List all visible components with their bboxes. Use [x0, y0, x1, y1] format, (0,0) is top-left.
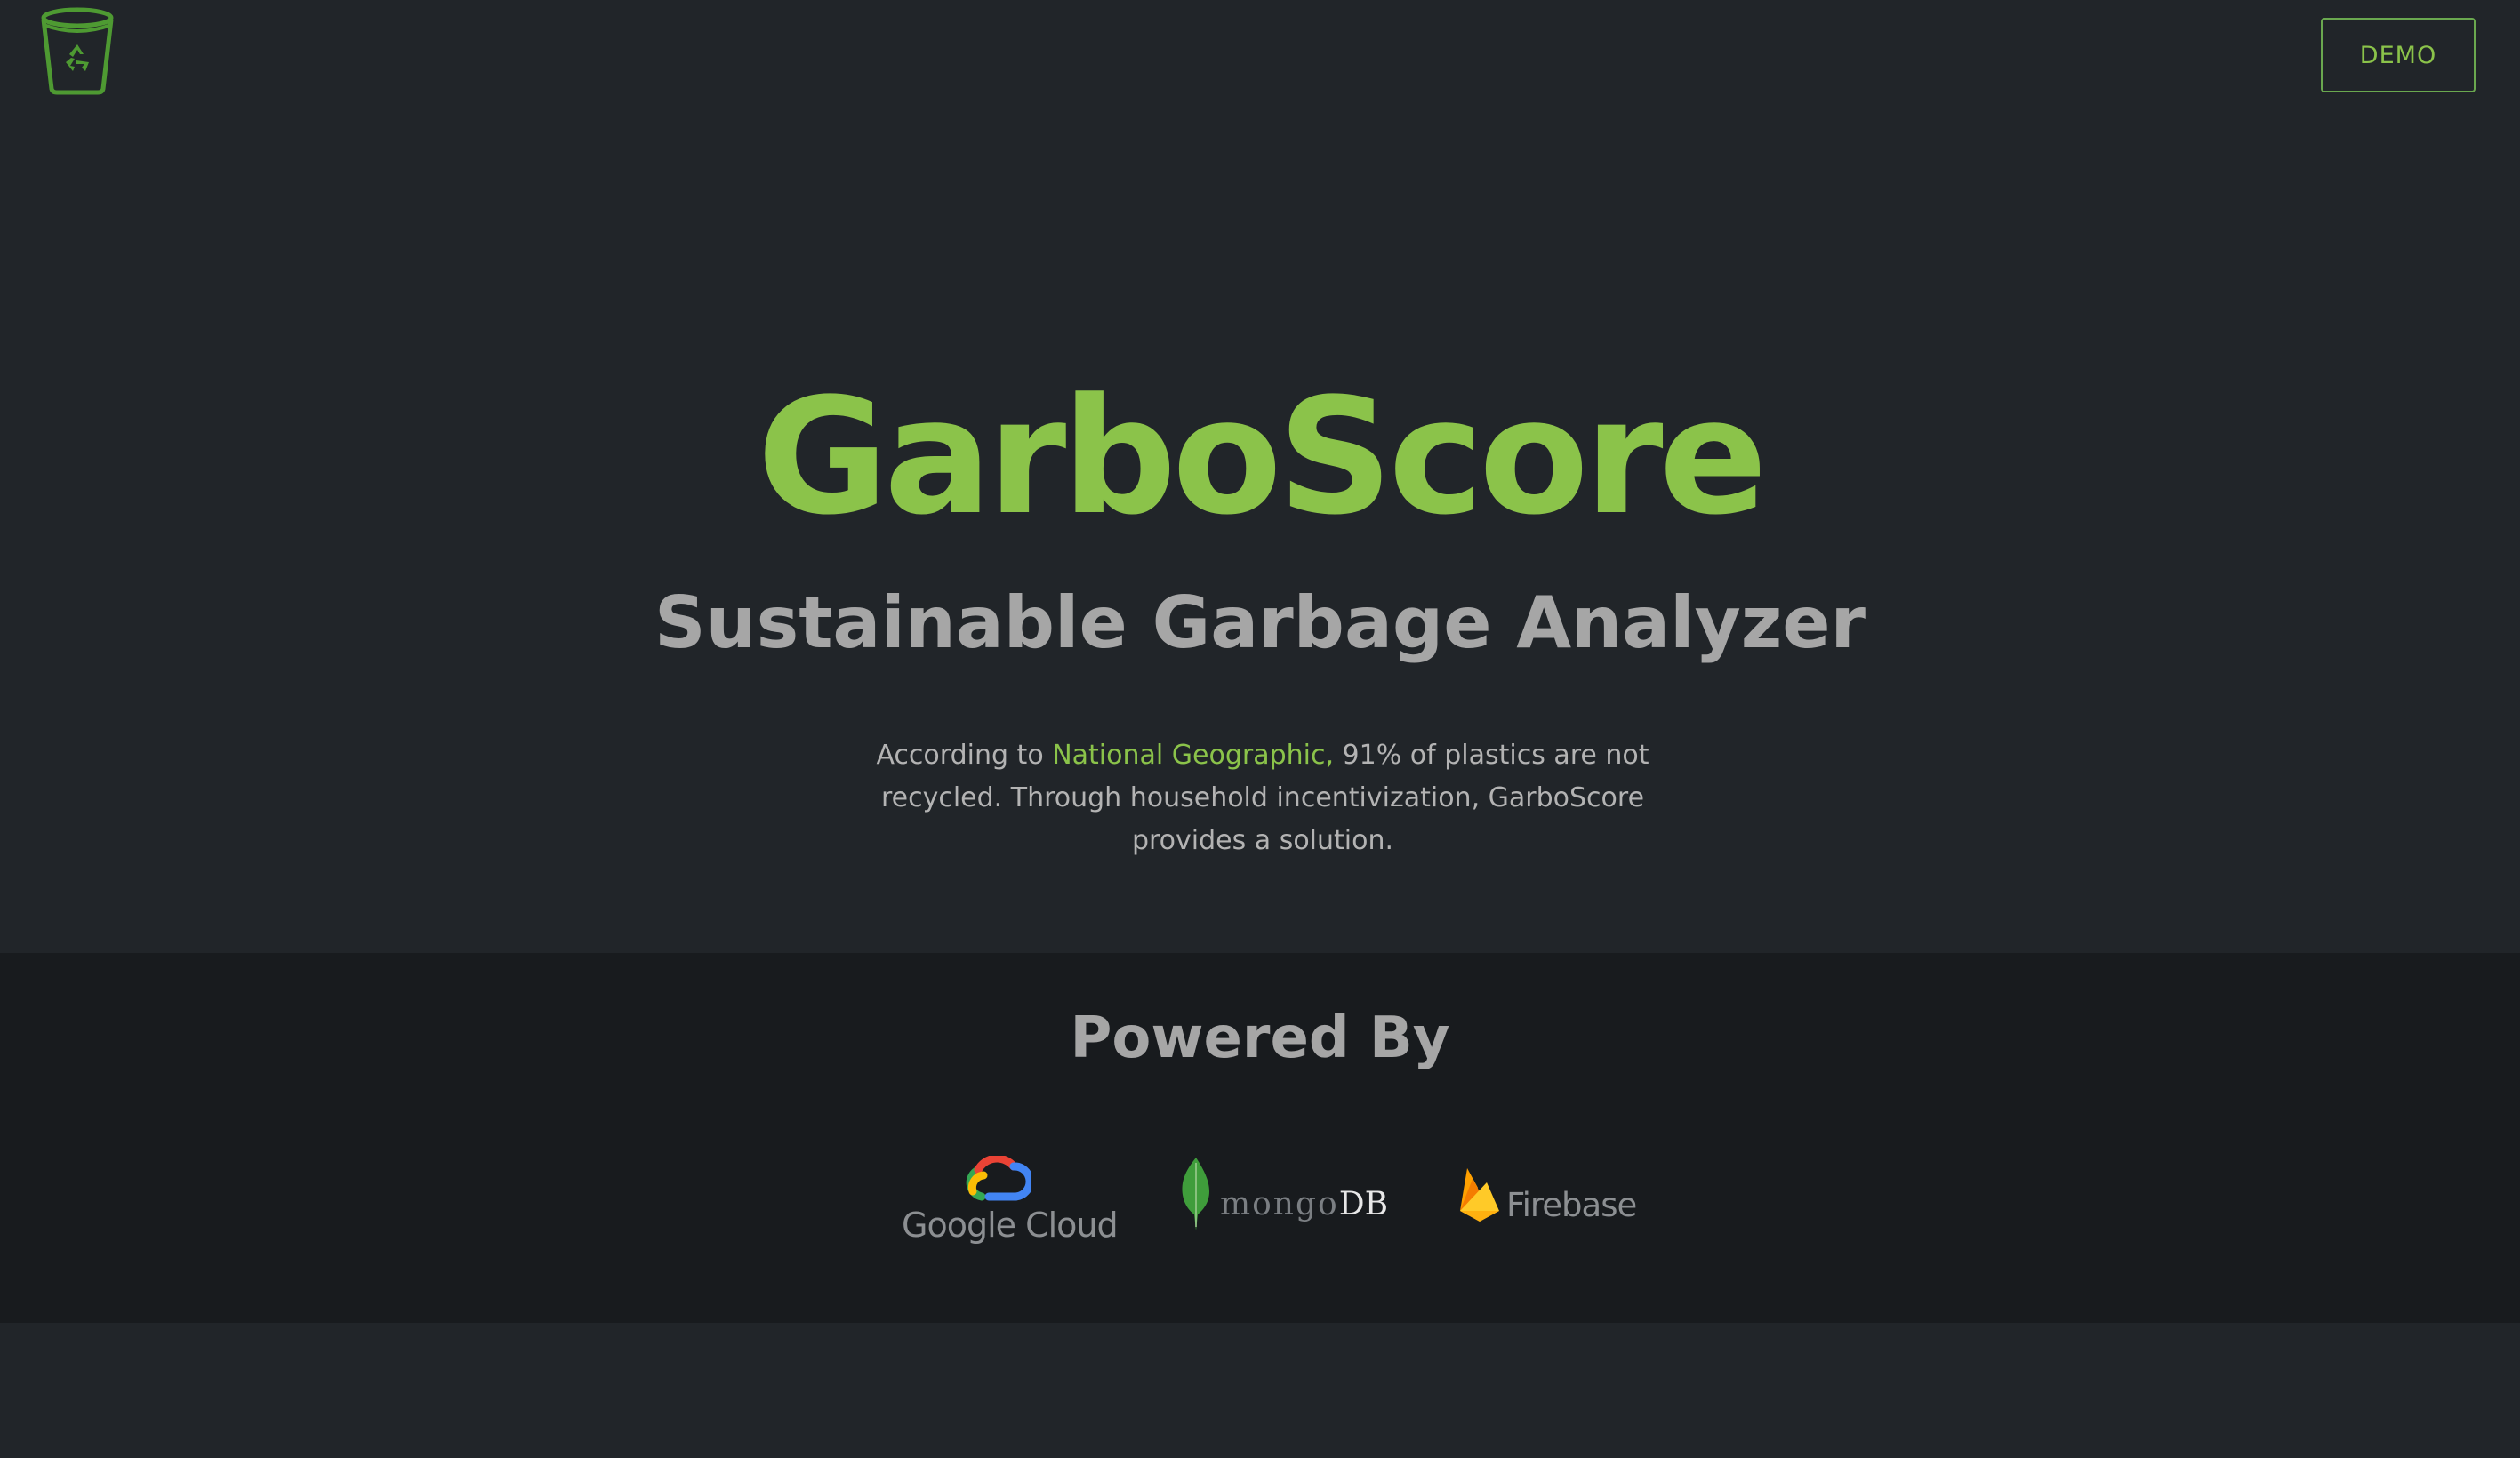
firebase-label: Firebase — [1506, 1186, 1637, 1224]
firebase-flame-icon — [1460, 1168, 1499, 1222]
national-geographic-link[interactable]: National Geographic, — [1052, 740, 1334, 771]
sponsor-google-cloud[interactable]: Google Cloud — [900, 1156, 1119, 1254]
description-prefix: According to — [876, 740, 1053, 771]
sponsor-mongodb[interactable]: mongoDB — [1174, 1156, 1388, 1254]
mongodb-label-db: DB — [1338, 1186, 1389, 1222]
sponsor-firebase[interactable]: Firebase — [1455, 1158, 1637, 1246]
page-footer-area — [0, 1323, 2520, 1458]
hero-title: GarboScore — [757, 364, 1767, 550]
google-cloud-label: Google Cloud — [902, 1206, 1119, 1245]
powered-by-title: Powered By — [1070, 1005, 1450, 1071]
hero-subtitle: Sustainable Garbage Analyzer — [654, 581, 1866, 664]
mongodb-leaf-icon — [1182, 1158, 1209, 1230]
mongodb-label-mongo: mongo — [1220, 1186, 1339, 1222]
hero-section: GarboScore Sustainable Garbage Analyzer … — [0, 0, 2520, 953]
powered-by-section: Powered By Google Cloud mongoDB Firebase — [0, 953, 2520, 1323]
google-cloud-icon — [966, 1156, 1031, 1201]
hero-description: According to National Geographic, 91% of… — [871, 734, 1654, 862]
mongodb-label: mongoDB — [1220, 1186, 1388, 1222]
